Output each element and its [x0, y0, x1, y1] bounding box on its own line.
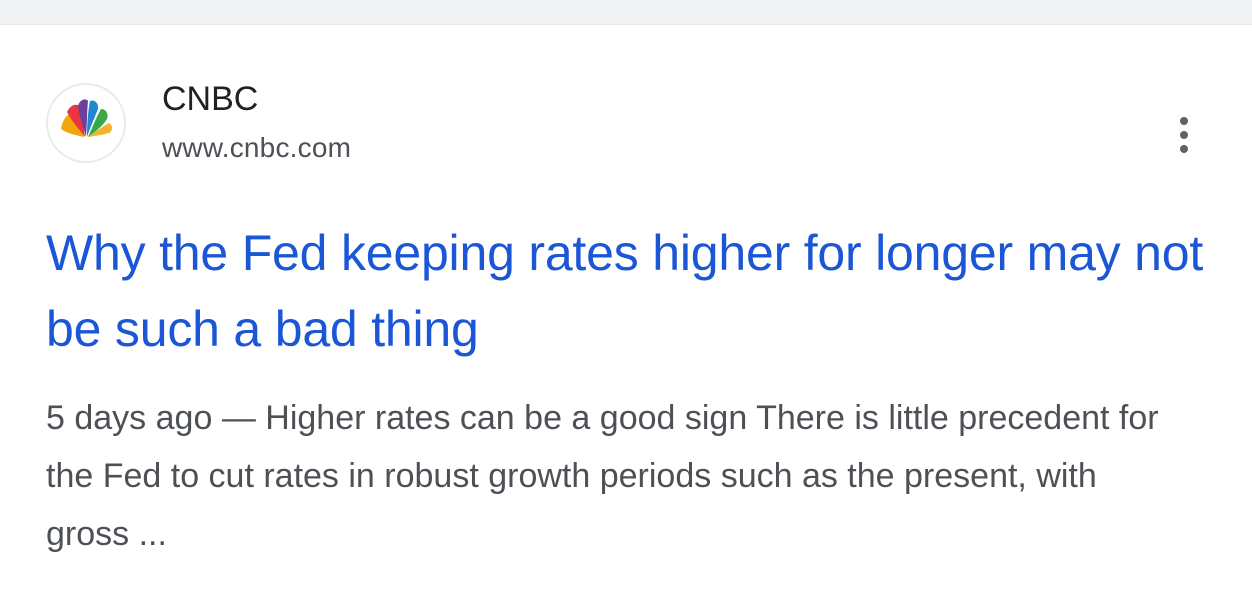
search-result-card: CNBC www.cnbc.com Why the Fed keeping ra… [0, 25, 1252, 602]
source-name[interactable]: CNBC [162, 79, 258, 119]
more-options-button[interactable] [1162, 105, 1206, 165]
snippet-text: Higher rates can be a good sign There is… [46, 399, 1159, 553]
snippet-date: 5 days ago [46, 399, 213, 437]
more-vert-icon-dot-2 [1180, 131, 1188, 139]
snippet-separator: — [221, 399, 256, 437]
result-snippet: 5 days ago — Higher rates can be a good … [46, 389, 1166, 563]
top-divider-strip [0, 0, 1252, 25]
cnbc-peacock-icon [46, 83, 126, 163]
more-vert-icon-dot-3 [1180, 145, 1188, 153]
result-headline-link[interactable]: Why the Fed keeping rates higher for lon… [46, 215, 1211, 367]
result-source[interactable]: CNBC www.cnbc.com [46, 79, 1206, 165]
source-url[interactable]: www.cnbc.com [162, 131, 351, 165]
cnbc-peacock-logo [61, 99, 112, 142]
more-vert-icon-dot-1 [1180, 117, 1188, 125]
